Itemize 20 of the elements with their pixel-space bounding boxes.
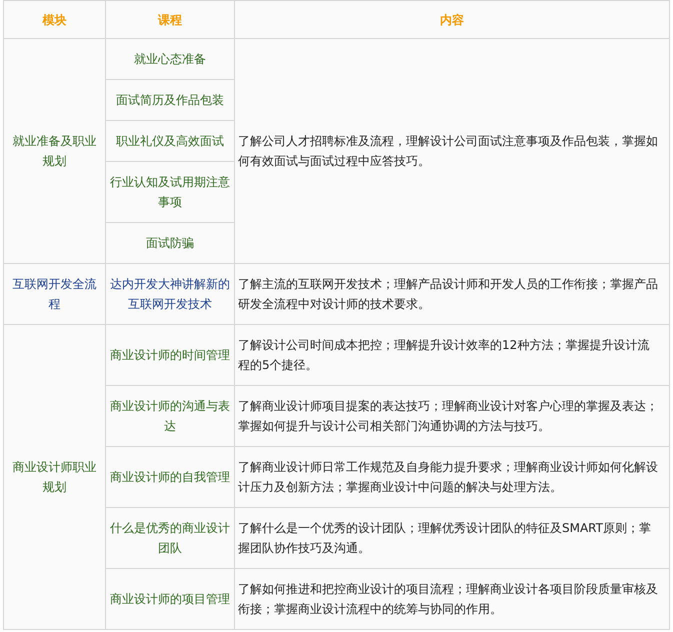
course-cell: 商业设计师的时间管理 [106,324,234,386]
course-cell: 商业设计师的项目管理 [106,568,234,630]
module-cell: 商业设计师职业规划 [4,324,106,630]
content-cell: 了解公司人才招聘标准及流程，理解设计公司面试注意事项及作品包装，掌握如何有效面试与面试过程中应答技巧。 [234,38,670,264]
course-cell: 达内开发大神讲解新的互联网开发技术 [106,264,234,324]
content-cell: 了解商业设计师项目提案的表达技巧；理解商业设计对客户心理的掌握及表达；掌握如何提升与设计公司相关部门沟通协调的方法与技巧。 [234,386,670,446]
content-cell: 了解商业设计师日常工作规范及自身能力提升要求；理解商业设计师如何化解设计压力及创新方法；掌握商业设计中问题的解决与处理方法。 [234,446,670,508]
course-cell: 什么是优秀的商业设计团队 [106,508,234,568]
content-cell: 了解如何推进和把控商业设计的项目流程；理解商业设计各项目阶段质量审核及衔接；掌握商业设计流程中的统筹与协同的作用。 [234,568,670,630]
module-cell: 就业准备及职业规划 [4,38,106,264]
content-cell: 了解什么是一个优秀的设计团队；理解优秀设计团队的特征及SMART原则；掌握团队协作技巧及沟通。 [234,508,670,568]
module-cell: 互联网开发全流程 [4,264,106,324]
column-header: 内容 [234,0,670,38]
course-cell: 商业设计师的沟通与表达 [106,386,234,446]
content-cell: 了解主流的互联网开发技术；理解产品设计师和开发人员的工作衔接；掌握产品研发全流程中对设计师的技术要求。 [234,264,670,324]
course-cell: 就业心态准备 [106,38,234,80]
content-cell: 了解设计公司时间成本把控；理解提升设计效率的12种方法；掌握提升设计流程的5个捷径。 [234,324,670,386]
column-header: 模块 [4,0,106,38]
column-header: 课程 [106,0,234,38]
course-cell: 商业设计师的自我管理 [106,446,234,508]
